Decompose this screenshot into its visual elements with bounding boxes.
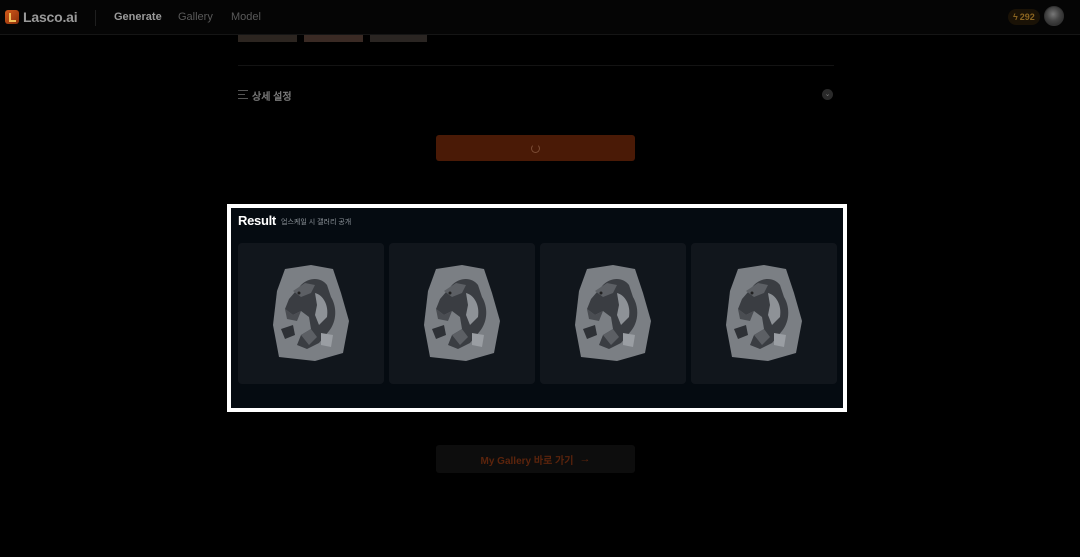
result-note: 업스케일 시 갤러리 공개: [281, 219, 352, 226]
avatar[interactable]: [1044, 6, 1064, 26]
result-image-card[interactable]: [540, 243, 686, 384]
result-grid: [238, 243, 837, 384]
thumbnail[interactable]: [370, 35, 427, 42]
thumbnail[interactable]: [238, 35, 297, 42]
logo-text: Lasco.ai: [23, 9, 78, 25]
horse-sculpture-image: [424, 265, 500, 361]
divider: [238, 65, 834, 66]
nav-model[interactable]: Model: [231, 11, 261, 23]
result-title: Result: [238, 213, 276, 228]
horse-sculpture-image: [273, 265, 349, 361]
sliders-icon: [238, 90, 248, 99]
advanced-settings-toggle[interactable]: 상세 설정 ⌄: [238, 88, 834, 103]
bolt-icon: ϟ: [1013, 12, 1018, 22]
top-navbar: Lasco.ai Generate Gallery Model ϟ 292: [0, 0, 1080, 35]
logo[interactable]: Lasco.ai: [5, 9, 78, 25]
horse-sculpture-image: [575, 265, 651, 361]
reference-thumbnails: [238, 35, 427, 42]
logo-icon: [5, 10, 19, 24]
nav-generate[interactable]: Generate: [114, 11, 162, 23]
result-panel: Result 업스케일 시 갤러리 공개: [227, 204, 847, 412]
chevron-down-icon[interactable]: ⌄: [822, 89, 833, 100]
my-gallery-label: My Gallery 바로 가기: [480, 455, 574, 467]
credit-badge[interactable]: ϟ 292: [1008, 9, 1040, 25]
result-image-card[interactable]: [389, 243, 535, 384]
advanced-settings-label: 상세 설정: [252, 92, 292, 103]
nav-gallery[interactable]: Gallery: [178, 11, 213, 23]
generate-button[interactable]: [436, 135, 635, 161]
result-image-card[interactable]: [238, 243, 384, 384]
horse-sculpture-image: [726, 265, 802, 361]
thumbnail[interactable]: [304, 35, 363, 42]
spinner-icon: [531, 143, 540, 153]
nav-divider: [95, 10, 96, 26]
arrow-right-icon: →: [579, 453, 591, 465]
credit-count: 292: [1019, 12, 1035, 22]
my-gallery-button[interactable]: My Gallery 바로 가기 →: [436, 445, 635, 473]
result-image-card[interactable]: [691, 243, 837, 384]
